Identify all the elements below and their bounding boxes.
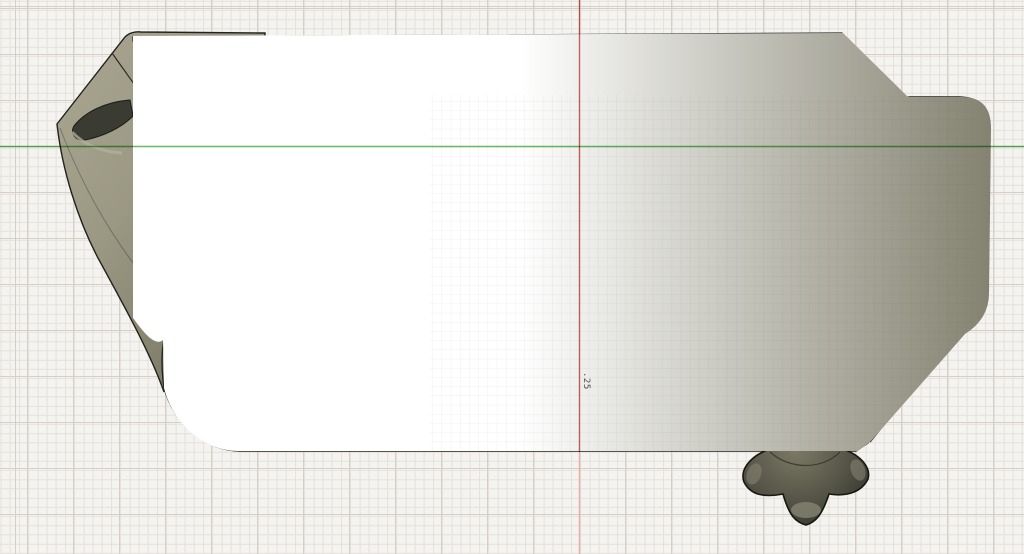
dimension-label: .25	[581, 372, 591, 390]
model-rail-cover[interactable]	[56, 28, 993, 526]
cad-viewport[interactable]: .25	[0, 0, 1024, 554]
grid-overlay-through-model	[430, 95, 975, 451]
cad-canvas[interactable]: .25	[0, 0, 1024, 554]
